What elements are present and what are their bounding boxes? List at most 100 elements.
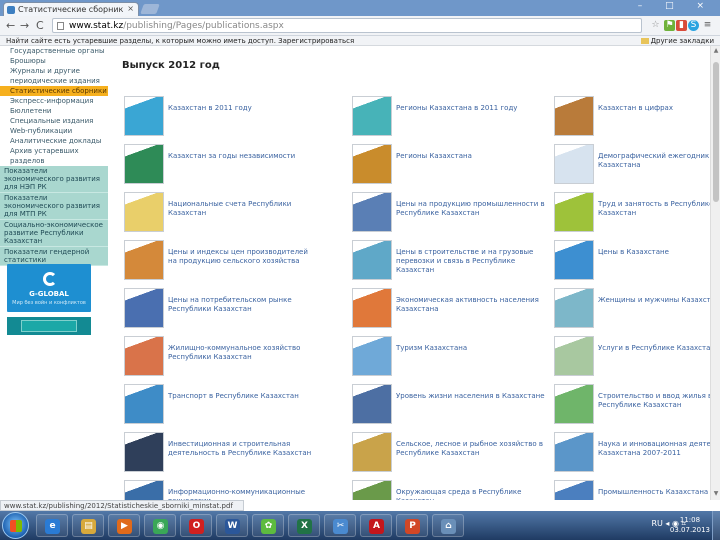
sidebar-item[interactable]: Архив устаревших [0,146,108,156]
star-icon[interactable]: ☆ [650,20,661,31]
publication-title-link[interactable]: Цены в строительстве и на грузовые перев… [396,248,546,275]
publication-title-link[interactable]: Экономическая активность населения Казах… [396,296,546,314]
taskbar-app-button[interactable]: A [360,514,392,537]
publication-item[interactable]: Туризм Казахстана [352,336,552,384]
taskbar-app-button[interactable]: O [180,514,212,537]
sidebar-item[interactable]: Брошюры [0,56,108,66]
publication-item[interactable]: Информационно-коммуникационные технологи… [124,480,324,500]
publication-item[interactable]: Промышленность Казахстана [554,480,710,500]
publication-title-link[interactable]: Регионы Казахстана в 2011 году [396,104,546,113]
publication-cover-image[interactable] [554,432,594,472]
sidebar-item[interactable]: Специальные издания [0,116,108,126]
sidebar-link[interactable]: Показатели экономического развития для М… [0,193,108,220]
publication-cover-image[interactable] [352,480,392,500]
address-bar[interactable]: www.stat.kz/publishing/Pages/publication… [52,18,642,33]
taskbar-app-button[interactable]: e [36,514,68,537]
browser-tab[interactable]: Статистические сборник × [3,2,139,16]
publication-cover-image[interactable] [124,336,164,376]
publication-title-link[interactable]: Регионы Казахстана [396,152,546,161]
publication-title-link[interactable]: Цены и индексы цен производителей на про… [168,248,318,266]
publication-item[interactable]: Цены в строительстве и на грузовые перев… [352,240,552,288]
publication-cover-image[interactable] [124,480,164,500]
taskbar-app-button[interactable]: ⌂ [432,514,464,537]
sidebar-item[interactable]: Государственные органы [0,46,108,56]
publication-item[interactable]: Казахстан за годы независимости [124,144,324,192]
publication-title-link[interactable]: Промышленность Казахстана [598,488,710,497]
publication-cover-image[interactable] [352,432,392,472]
publication-cover-image[interactable] [554,480,594,500]
extension-icon[interactable]: ▮ [676,20,687,31]
publication-title-link[interactable]: Казахстан в 2011 году [168,104,318,113]
publication-title-link[interactable]: Инвестиционная и строительная деятельнос… [168,440,318,458]
publication-cover-image[interactable] [352,96,392,136]
publication-cover-image[interactable] [352,336,392,376]
publication-item[interactable]: Регионы Казахстана в 2011 году [352,96,552,144]
sidebar-item[interactable]: разделов [0,156,108,166]
taskbar-app-button[interactable]: ◉ [144,514,176,537]
taskbar-app-button[interactable]: P [396,514,428,537]
publication-cover-image[interactable] [124,384,164,424]
sidebar-link[interactable]: Социально-экономическое развитие Республ… [0,220,108,247]
sidebar-item[interactable]: Бюллетени [0,106,108,116]
publication-item[interactable]: Уровень жизни населения в Казахстане [352,384,552,432]
publication-title-link[interactable]: Цены в Казахстане [598,248,710,257]
publication-cover-image[interactable] [554,288,594,328]
publication-item[interactable]: Цены на продукцию промышленности в Респу… [352,192,552,240]
g-global-banner[interactable]: G-GLOBAL Мир без войн и конфликтов [7,264,91,312]
taskbar-app-button[interactable]: ▶ [108,514,140,537]
publication-item[interactable]: Окружающая среда в Республике Казахстан [352,480,552,500]
publication-item[interactable]: Казахстан в 2011 году [124,96,324,144]
publication-item[interactable]: Наука и инновационная деятельность Казах… [554,432,710,480]
publication-title-link[interactable]: Наука и инновационная деятельность Казах… [598,440,710,458]
menu-icon[interactable]: ≡ [702,20,713,31]
other-bookmarks[interactable]: Другие закладки [640,37,714,45]
scroll-thumb[interactable] [713,62,719,202]
skype-icon[interactable]: S [688,20,699,31]
publication-item[interactable]: Сельское, лесное и рыбное хозяйство в Ре… [352,432,552,480]
publication-title-link[interactable]: Казахстан в цифрах [598,104,710,113]
publication-title-link[interactable]: Сельское, лесное и рыбное хозяйство в Ре… [396,440,546,458]
publication-item[interactable]: Женщины и мужчины Казахстана [554,288,710,336]
publication-item[interactable]: Демографический ежегодник Казахстана [554,144,710,192]
publication-title-link[interactable]: Жилищно-коммунальное хозяйство Республик… [168,344,318,362]
publication-item[interactable]: Транспорт в Республике Казахстан [124,384,324,432]
publication-item[interactable]: Услуги в Республике Казахстан [554,336,710,384]
sidebar-item[interactable]: Статистические сборники [0,86,108,96]
publication-cover-image[interactable] [352,288,392,328]
publication-title-link[interactable]: Цены на потребительском рынке Республики… [168,296,318,314]
publication-item[interactable]: Труд и занятость в Республике Казахстан [554,192,710,240]
publication-cover-image[interactable] [352,384,392,424]
show-desktop-button[interactable] [712,511,720,540]
page-scrollbar[interactable]: ▲ ▼ [710,46,720,500]
taskbar-app-button[interactable]: ✂ [324,514,356,537]
window-controls[interactable]: – □ × [638,1,714,11]
extension-icon[interactable]: ⚑ [664,20,675,31]
publication-cover-image[interactable] [124,240,164,280]
start-button[interactable] [2,512,29,539]
publication-title-link[interactable]: Казахстан за годы независимости [168,152,318,161]
publication-cover-image[interactable] [124,144,164,184]
publication-title-link[interactable]: Женщины и мужчины Казахстана [598,296,710,305]
sidebar-item[interactable]: Аналитические доклады [0,136,108,146]
reload-button[interactable]: C [36,19,44,32]
publication-title-link[interactable]: Национальные счета Республики Казахстан [168,200,318,218]
publication-title-link[interactable]: Услуги в Республике Казахстан [598,344,710,353]
publication-item[interactable]: Национальные счета Республики Казахстан [124,192,324,240]
publication-cover-image[interactable] [124,432,164,472]
sidebar-item[interactable]: Журналы и другие [0,66,108,76]
publication-title-link[interactable]: Цены на продукцию промышленности в Респу… [396,200,546,218]
sidebar-item[interactable]: Web-публикации [0,126,108,136]
new-tab-button[interactable] [140,4,160,14]
taskbar-app-button[interactable]: ▤ [72,514,104,537]
sidebar-item[interactable]: Экспресс-информация [0,96,108,106]
publication-title-link[interactable]: Строительство и ввод жилья в Республике … [598,392,710,410]
publication-cover-image[interactable] [124,192,164,232]
publication-item[interactable]: Жилищно-коммунальное хозяйство Республик… [124,336,324,384]
publication-item[interactable]: Казахстан в цифрах [554,96,710,144]
scroll-up-icon[interactable]: ▲ [711,47,720,55]
taskbar-app-button[interactable]: X [288,514,320,537]
forward-button[interactable]: → [20,19,29,32]
sidebar-item[interactable]: периодические издания [0,76,108,86]
publication-title-link[interactable]: Уровень жизни населения в Казахстане [396,392,546,401]
secondary-banner[interactable] [7,317,91,335]
